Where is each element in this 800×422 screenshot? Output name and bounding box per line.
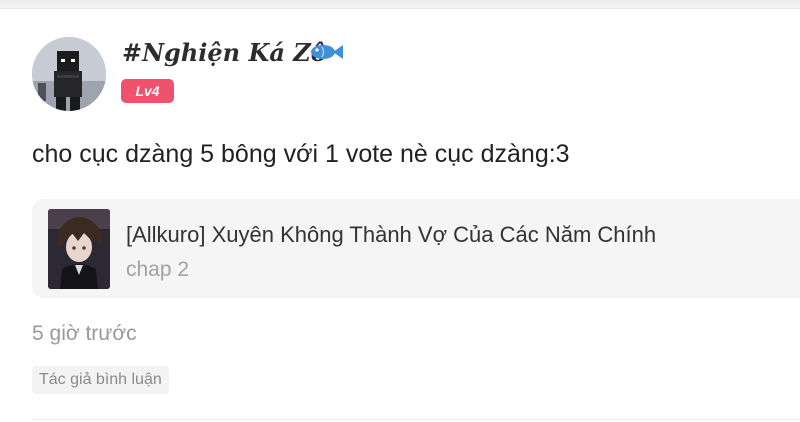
fish-icon [311,45,343,59]
comment-text: cho cục dzàng 5 bông với 1 vote nè cục d… [32,140,570,168]
avatar[interactable] [32,37,106,111]
story-cover [48,209,110,289]
story-card[interactable]: [Allkuro] Xuyên Không Thành Vợ Của Các N… [32,199,800,298]
story-chapter[interactable]: chap 2 [126,258,189,282]
level-badge: Lv4 [121,79,174,103]
timestamp: 5 giờ trước [32,322,137,345]
comment-item: #Nghiện Ká Zô Lv4 cho cục dzàng 5 bông v… [0,0,800,422]
top-divider [0,0,800,9]
story-title[interactable]: [Allkuro] Xuyên Không Thành Vợ Của Các N… [126,222,656,248]
username[interactable]: #Nghiện Ká Zô [122,38,327,67]
bottom-divider [32,419,800,420]
author-comment-tag: Tác giả bình luận [32,366,169,394]
